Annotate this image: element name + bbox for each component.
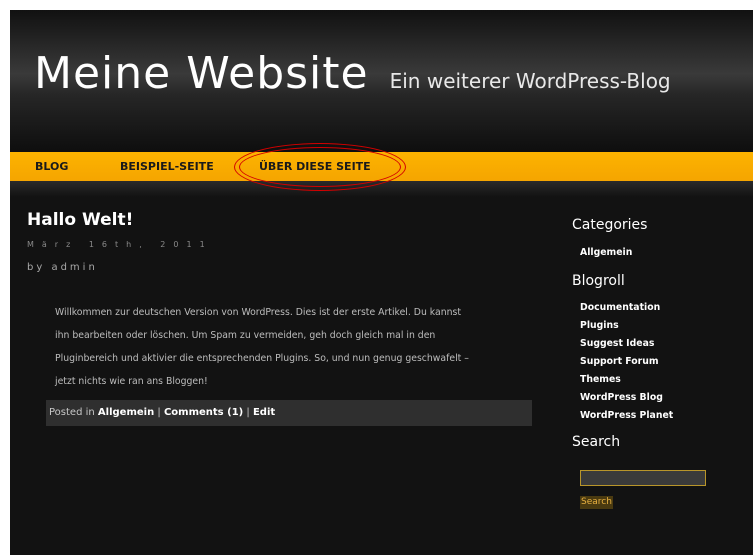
site-title[interactable]: Meine Website <box>34 48 369 99</box>
search-heading: Search <box>572 434 621 450</box>
blogroll-link-themes[interactable]: Themes <box>580 374 621 385</box>
nav-item-beispiel-seite[interactable]: BEISPIEL-SEITE <box>120 152 214 181</box>
post-footer: Posted in Allgemein | Comments (1) | Edi… <box>46 400 532 426</box>
site-tagline: Ein weiterer WordPress-Blog <box>389 69 671 93</box>
blogroll-link-suggest-ideas[interactable]: Suggest Ideas <box>580 338 654 349</box>
post-body-line: ihn bearbeiten oder löschen. Um Spam zu … <box>55 330 436 341</box>
post-date: März 16th, 2011 <box>27 240 213 249</box>
separator: | <box>157 407 161 418</box>
post-body-line: Pluginbereich und aktivier die entsprech… <box>55 353 469 364</box>
comments-link[interactable]: Comments (1) <box>164 407 243 418</box>
site-title-block: Meine Website Ein weiterer WordPress-Blo… <box>34 48 671 99</box>
categories-heading: Categories <box>572 217 648 233</box>
blogroll-heading: Blogroll <box>572 273 625 289</box>
site-header: Meine Website Ein weiterer WordPress-Blo… <box>10 10 753 152</box>
post-title[interactable]: Hallo Welt! <box>27 210 133 230</box>
blogroll-link-wordpress-blog[interactable]: WordPress Blog <box>580 392 663 403</box>
post-body: Willkommen zur deutschen Version von Wor… <box>55 301 525 393</box>
post-body-line: jetzt nichts wie ran ans Bloggen! <box>55 376 208 387</box>
blogroll-link-support-forum[interactable]: Support Forum <box>580 356 659 367</box>
category-link[interactable]: Allgemein <box>98 407 154 418</box>
blogroll-link-wordpress-planet[interactable]: WordPress Planet <box>580 410 673 421</box>
post-body-line: Willkommen zur deutschen Version von Wor… <box>55 307 461 318</box>
category-link-allgemein[interactable]: Allgemein <box>580 247 632 258</box>
nav-item-blog[interactable]: BLOG <box>35 152 68 181</box>
separator: | <box>246 407 250 418</box>
post-author: by admin <box>27 262 98 273</box>
edit-link[interactable]: Edit <box>253 407 275 418</box>
page-frame: Meine Website Ein weiterer WordPress-Blo… <box>10 10 753 555</box>
posted-in-label: Posted in <box>49 407 95 418</box>
search-input[interactable] <box>580 470 706 486</box>
blogroll-link-plugins[interactable]: Plugins <box>580 320 619 331</box>
blogroll-link-documentation[interactable]: Documentation <box>580 302 660 313</box>
search-button[interactable]: Search <box>580 496 613 509</box>
annotation-oval-inner <box>239 147 401 187</box>
